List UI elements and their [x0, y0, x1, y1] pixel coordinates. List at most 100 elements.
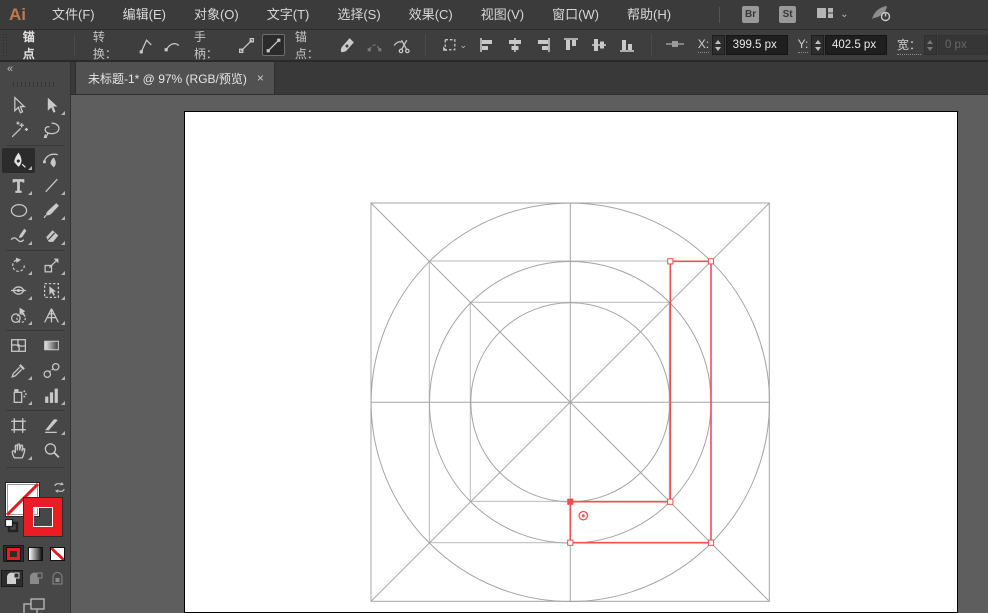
menubar-right: Br St ⌄: [707, 4, 892, 25]
lasso-tool[interactable]: [35, 118, 68, 143]
column-graph-tool[interactable]: [35, 383, 68, 408]
canvas-pasteboard[interactable]: [71, 95, 988, 613]
gradient-button[interactable]: [25, 545, 46, 562]
controlbar-grip[interactable]: [3, 34, 9, 56]
blend-tool[interactable]: [35, 358, 68, 383]
bridge-badge[interactable]: Br: [742, 6, 760, 23]
menu-edit[interactable]: 编辑(E): [109, 0, 180, 30]
separator: [73, 34, 75, 56]
selection-tool[interactable]: [2, 93, 35, 118]
menu-select[interactable]: 选择(S): [323, 0, 394, 30]
menu-object[interactable]: 对象(O): [180, 0, 253, 30]
swap-fill-stroke-icon[interactable]: [53, 481, 66, 499]
artboard-svg[interactable]: [185, 112, 959, 613]
gradient-tool[interactable]: [35, 333, 68, 358]
document-tab[interactable]: 未标题-1* @ 97% (RGB/预览) ×: [75, 62, 275, 94]
document-tab-bar: 未标题-1* @ 97% (RGB/预览) ×: [71, 62, 988, 95]
chevron-down-icon: ⌄: [459, 39, 468, 50]
menu-view[interactable]: 视图(V): [467, 0, 538, 30]
scale-tool[interactable]: [35, 253, 68, 278]
paint-type-buttons: [0, 545, 70, 562]
width-tool[interactable]: [2, 278, 35, 303]
handles-label: 手柄：: [193, 30, 218, 61]
draw-inside-button[interactable]: [47, 570, 69, 587]
perspective-grid-tool[interactable]: [35, 303, 68, 328]
shaper-tool[interactable]: [2, 223, 35, 248]
paintbrush-tool[interactable]: [35, 198, 68, 223]
shape-builder-tool[interactable]: [2, 303, 35, 328]
hide-handles-button[interactable]: [261, 34, 285, 56]
align-buttons: [473, 34, 641, 56]
remove-anchor-button[interactable]: [336, 34, 359, 56]
separator: [424, 34, 426, 56]
menu-items: 文件(F) 编辑(E) 对象(O) 文字(T) 选择(S) 效果(C) 视图(V…: [38, 0, 685, 30]
fill-stroke-control: [4, 480, 66, 538]
default-fill-stroke-icon[interactable]: [4, 518, 19, 538]
eraser-tool[interactable]: [35, 223, 68, 248]
cut-path-button[interactable]: [390, 34, 413, 56]
pen-tool[interactable]: [2, 148, 35, 173]
curvature-tool[interactable]: [35, 148, 68, 173]
free-transform-tool[interactable]: [35, 278, 68, 303]
draw-normal-button[interactable]: [1, 570, 23, 587]
align-horizontal-center-button[interactable]: [503, 34, 527, 56]
menu-effect[interactable]: 效果(C): [395, 0, 467, 30]
controlbar-title: 锚点: [22, 30, 35, 61]
convert-to-smooth-button[interactable]: [161, 34, 184, 56]
stroke-swatch-red[interactable]: [23, 497, 63, 537]
chevron-down-icon[interactable]: ⌄: [840, 9, 848, 20]
x-label: X:: [697, 37, 710, 53]
stock-badge[interactable]: St: [779, 6, 797, 23]
align-to-artboard-dropdown[interactable]: ⌄: [438, 34, 469, 56]
zoom-tool[interactable]: [35, 438, 68, 463]
menu-window[interactable]: 窗口(W): [538, 0, 613, 30]
tab-close-icon[interactable]: ×: [257, 72, 264, 84]
app-logo: Ai: [9, 4, 26, 24]
screen-mode-button[interactable]: [22, 597, 48, 613]
toolbar-grip[interactable]: [13, 82, 57, 87]
none-button[interactable]: [47, 545, 68, 562]
artboard-tool[interactable]: [2, 413, 35, 438]
collapse-panel-button[interactable]: «: [0, 62, 70, 77]
convert-to-corner-button[interactable]: [134, 34, 157, 56]
width-label: 宽：: [896, 36, 921, 55]
rotate-tool[interactable]: [2, 253, 35, 278]
menubar-separator: [719, 6, 721, 23]
mesh-tool[interactable]: [2, 333, 35, 358]
y-stepper[interactable]: [811, 35, 824, 55]
connect-endpoints-button[interactable]: [363, 34, 386, 56]
convert-label: 转换：: [92, 30, 117, 61]
y-value-field[interactable]: 402.5 px: [824, 35, 887, 55]
y-label: Y:: [797, 37, 809, 53]
align-vertical-center-button[interactable]: [587, 34, 611, 56]
width-stepper: [923, 35, 937, 55]
document-tab-title: 未标题-1* @ 97% (RGB/预览): [88, 71, 247, 86]
type-tool[interactable]: [2, 173, 35, 198]
menu-help[interactable]: 帮助(H): [613, 0, 685, 30]
line-segment-tool[interactable]: [35, 173, 68, 198]
x-value-field[interactable]: 399.5 px: [725, 35, 788, 55]
color-button[interactable]: [2, 545, 24, 562]
align-bottom-button[interactable]: [615, 34, 639, 56]
direct-selection-tool[interactable]: [35, 93, 68, 118]
align-right-button[interactable]: [531, 34, 555, 56]
width-value-field: 0 px: [937, 35, 988, 55]
drawing-mode-buttons: [0, 570, 70, 587]
eyedropper-tool[interactable]: [2, 358, 35, 383]
gpu-performance-rocket-icon[interactable]: [870, 4, 892, 25]
artboard[interactable]: [184, 111, 958, 613]
tools-grid: [0, 93, 70, 463]
draw-behind-button[interactable]: [24, 570, 46, 587]
align-left-button[interactable]: [475, 34, 499, 56]
symbol-sprayer-tool[interactable]: [2, 383, 35, 408]
workspace-switcher-icon[interactable]: [816, 5, 834, 24]
x-stepper[interactable]: [712, 35, 725, 55]
magic-wand-tool[interactable]: [2, 118, 35, 143]
ellipse-tool[interactable]: [2, 198, 35, 223]
show-handles-button[interactable]: [235, 34, 258, 56]
hand-tool[interactable]: [2, 438, 35, 463]
menu-type[interactable]: 文字(T): [253, 0, 324, 30]
menu-file[interactable]: 文件(F): [38, 0, 109, 30]
slice-tool[interactable]: [35, 413, 68, 438]
align-top-button[interactable]: [559, 34, 583, 56]
